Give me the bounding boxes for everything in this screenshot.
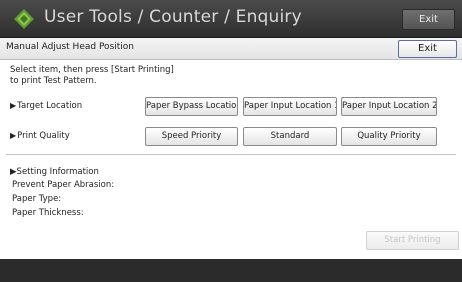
paper-thickness-label: Paper Thickness:: [12, 208, 84, 218]
setting-information-text: Setting Information: [16, 167, 99, 177]
paper-input-location-1-button[interactable]: Paper Input Location 1: [243, 97, 337, 116]
speed-priority-button[interactable]: Speed Priority: [145, 127, 238, 146]
function-title: Manual Adjust Head Position: [6, 42, 134, 52]
instruction-text: Select item, then press [Start Printing]…: [10, 65, 174, 87]
page-title: User Tools / Counter / Enquiry: [44, 7, 302, 27]
start-printing-button[interactable]: Start Printing: [366, 231, 459, 250]
diamond-logo-icon: [14, 9, 34, 29]
print-quality-label: ▶Print Quality: [10, 131, 70, 141]
bottom-bar: [0, 259, 462, 282]
triangle-icon: ▶: [10, 131, 17, 140]
paper-input-location-2-button[interactable]: Paper Input Location 2: [341, 97, 437, 116]
quality-priority-button[interactable]: Quality Priority: [341, 127, 437, 146]
target-location-text: Target Location: [17, 101, 83, 111]
print-quality-text: Print Quality: [17, 131, 70, 141]
instruction-line-2: to print Test Pattern.: [10, 76, 97, 86]
triangle-icon: ▶: [10, 101, 17, 110]
instruction-line-1: Select item, then press [Start Printing]: [10, 65, 174, 75]
title-bar: User Tools / Counter / Enquiry Exit: [0, 0, 462, 38]
standard-button[interactable]: Standard: [243, 127, 337, 146]
function-header: Manual Adjust Head Position: [0, 38, 462, 60]
setting-information-heading: ▶Setting Information: [10, 167, 99, 177]
exit-button[interactable]: Exit: [398, 40, 457, 58]
title-exit-button[interactable]: Exit: [402, 9, 455, 30]
target-location-label: ▶Target Location: [10, 101, 82, 111]
prevent-paper-abrasion-label: Prevent Paper Abrasion:: [12, 180, 115, 190]
paper-type-label: Paper Type:: [12, 194, 62, 204]
section-divider: [6, 154, 456, 155]
paper-bypass-location-button[interactable]: Paper Bypass Location: [145, 97, 238, 116]
